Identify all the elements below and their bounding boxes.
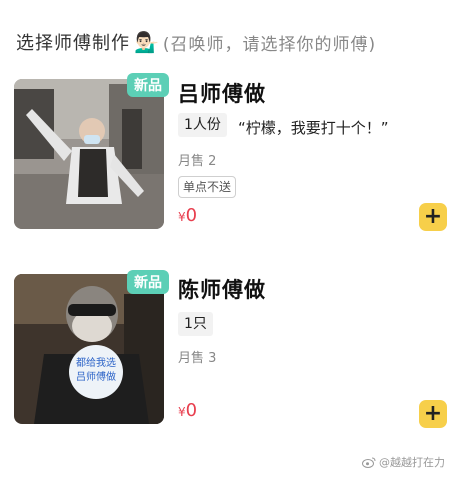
- weibo-icon: [362, 457, 376, 468]
- portion-tag[interactable]: 1人份: [178, 113, 227, 137]
- photo-chef-selfie: 都给我选 吕师傅做: [14, 274, 164, 424]
- add-to-cart-button[interactable]: +: [419, 203, 447, 231]
- sign-line-2: 吕师傅做: [76, 370, 116, 383]
- new-badge: 新品: [127, 270, 169, 294]
- portion-tag[interactable]: 1只: [178, 312, 213, 336]
- page-title: 选择师傅制作: [16, 33, 130, 54]
- weibo-watermark: @越越打在力: [362, 454, 445, 470]
- page-subtitle: (召唤师，请选择你的师傅): [162, 34, 377, 55]
- person-tipping-hand-emoji: 💁🏻‍♂️: [134, 30, 159, 54]
- currency-symbol: ¥: [178, 405, 186, 419]
- sign-line-1: 都给我选: [76, 356, 116, 369]
- watermark-text: @越越打在力: [379, 456, 445, 469]
- price-value: 0: [185, 400, 198, 421]
- new-badge: 新品: [127, 73, 169, 97]
- page-header: 选择师傅制作 💁🏻‍♂️ (召唤师，请选择你的师傅): [16, 27, 376, 57]
- price: ¥0: [178, 400, 197, 421]
- add-to-cart-button[interactable]: +: [419, 400, 447, 428]
- item-title: 陈师傅做: [178, 278, 266, 302]
- currency-symbol: ¥: [178, 210, 186, 224]
- item-slogan: “柠檬，我要打十个！”: [238, 119, 389, 137]
- item-title: 吕师傅做: [178, 82, 266, 106]
- not-deliverable-alone-tag: 单点不送: [178, 176, 237, 198]
- item-photo[interactable]: [14, 79, 164, 229]
- price-value: 0: [185, 205, 198, 226]
- monthly-sales: 月售 2: [178, 154, 217, 169]
- photo-worker-kitchen: [14, 79, 164, 229]
- item-photo[interactable]: 都给我选 吕师傅做: [14, 274, 164, 424]
- monthly-sales: 月售 3: [178, 351, 217, 366]
- price: ¥0: [178, 205, 197, 226]
